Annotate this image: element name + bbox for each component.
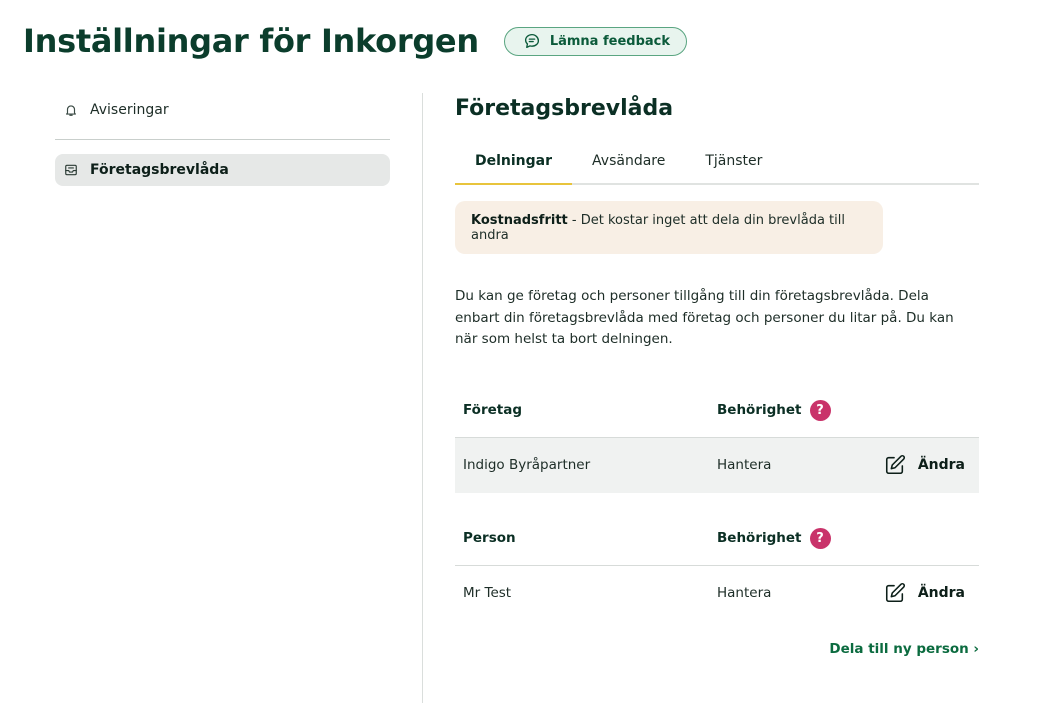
sidebar-item-label: Aviseringar <box>90 102 169 118</box>
info-notice: Kostnadsfritt - Det kostar inget att del… <box>455 201 883 254</box>
bell-icon <box>66 105 76 116</box>
sidebar-divider <box>55 139 390 140</box>
sidebar: Aviseringar Företagsbrevlåda <box>55 94 390 186</box>
vertical-divider <box>422 93 423 703</box>
chat-bubble-icon <box>524 33 539 49</box>
column-header-person: Person <box>463 530 516 546</box>
table-row: Mr Test Hantera Ändra <box>455 566 979 621</box>
edit-label: Ändra <box>917 585 965 601</box>
sidebar-item-label: Företagsbrevlåda <box>90 162 229 178</box>
help-icon[interactable]: ? <box>809 399 831 421</box>
table-row: Indigo Byråpartner Hantera Ändra <box>455 437 979 493</box>
column-header-permission: Behörighet ? <box>717 527 867 549</box>
person-table: Person Behörighet ? Mr Test Hantera Ändr… <box>455 512 979 621</box>
company-table: Företag Behörighet ? Indigo Byråpartner … <box>455 384 979 493</box>
tab-avsandare[interactable]: Avsändare <box>572 147 685 185</box>
edit-label: Ändra <box>917 457 965 473</box>
description-text: Du kan ge företag och personer tillgång … <box>455 288 954 347</box>
row-company-name: Indigo Byråpartner <box>463 457 591 473</box>
column-header-permission: Behörighet ? <box>717 399 867 421</box>
tab-delningar[interactable]: Delningar <box>455 147 573 185</box>
row-person-name: Mr Test <box>463 585 512 601</box>
edit-button[interactable]: Ändra <box>867 582 979 604</box>
table-header: Företag Behörighet ? <box>455 384 979 438</box>
column-header-company: Företag <box>463 402 522 418</box>
page-header: Inställningar för Inkorgen Lämna feedbac… <box>23 22 687 60</box>
main-content: Företagsbrevlåda Delningar Avsändare Tjä… <box>455 96 979 669</box>
notice-bold: Kostnadsfritt <box>471 212 568 228</box>
feedback-button[interactable]: Lämna feedback <box>503 26 687 56</box>
row-permission: Hantera <box>717 457 772 473</box>
share-link-row: Dela till ny person › <box>455 629 979 669</box>
permission-header-label: Behörighet <box>717 402 802 418</box>
tab-tjanster[interactable]: Tjänster <box>685 147 782 185</box>
help-icon[interactable]: ? <box>809 527 831 549</box>
sidebar-item-aviseringar[interactable]: Aviseringar <box>55 94 390 126</box>
section-title: Företagsbrevlåda <box>455 96 674 121</box>
edit-icon <box>885 455 905 475</box>
edit-button[interactable]: Ändra <box>867 454 979 476</box>
inbox-icon <box>65 164 77 176</box>
tab-bar: Delningar Avsändare Tjänster <box>455 147 979 185</box>
edit-icon <box>885 583 905 603</box>
table-header: Person Behörighet ? <box>455 512 979 566</box>
feedback-label: Lämna feedback <box>549 33 670 49</box>
permission-header-label: Behörighet <box>717 530 802 546</box>
share-new-person-link[interactable]: Dela till ny person › <box>829 641 979 657</box>
page-title: Inställningar för Inkorgen <box>23 22 479 60</box>
sidebar-item-foretagsbrevlada[interactable]: Företagsbrevlåda <box>55 154 390 186</box>
row-permission: Hantera <box>717 585 772 601</box>
